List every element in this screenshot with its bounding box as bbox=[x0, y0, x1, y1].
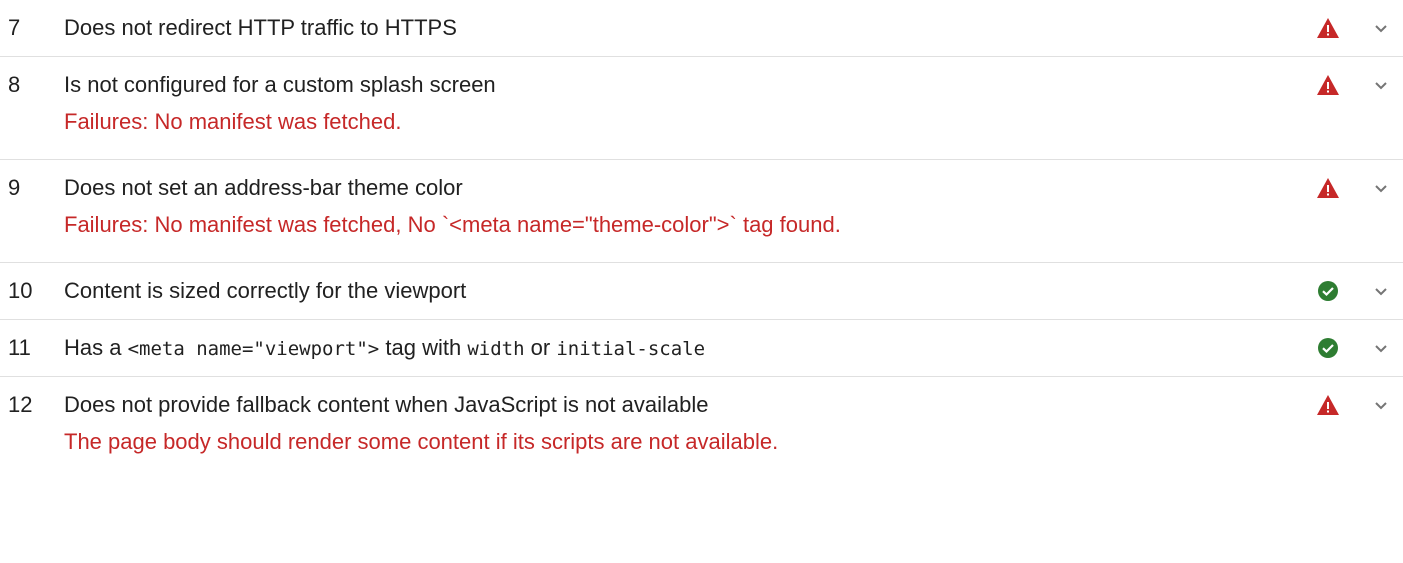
audit-item[interactable]: 11 Has a <meta name="viewport"> tag with… bbox=[0, 320, 1403, 377]
warning-icon bbox=[1317, 178, 1339, 198]
title-text: or bbox=[524, 335, 557, 360]
audit-row[interactable]: 9 Does not set an address-bar theme colo… bbox=[0, 160, 1403, 216]
title-code: initial-scale bbox=[556, 338, 706, 360]
warning-icon bbox=[1317, 18, 1339, 38]
audit-item[interactable]: 10 Content is sized correctly for the vi… bbox=[0, 263, 1403, 320]
audit-row[interactable]: 12 Does not provide fallback content whe… bbox=[0, 377, 1403, 433]
audit-title: Does not set an address-bar theme color bbox=[64, 175, 463, 200]
audit-item[interactable]: 9 Does not set an address-bar theme colo… bbox=[0, 160, 1403, 263]
chevron-down-icon[interactable] bbox=[1369, 16, 1393, 40]
audit-number: 8 bbox=[8, 72, 21, 97]
chevron-down-icon[interactable] bbox=[1369, 176, 1393, 200]
audit-row[interactable]: 7 Does not redirect HTTP traffic to HTTP… bbox=[0, 0, 1403, 56]
chevron-down-icon[interactable] bbox=[1369, 73, 1393, 97]
audit-item[interactable]: 8 Is not configured for a custom splash … bbox=[0, 57, 1403, 160]
audit-item[interactable]: 7 Does not redirect HTTP traffic to HTTP… bbox=[0, 0, 1403, 57]
audit-row[interactable]: 10 Content is sized correctly for the vi… bbox=[0, 263, 1403, 319]
check-circle-icon bbox=[1318, 338, 1338, 358]
audit-item[interactable]: 12 Does not provide fallback content whe… bbox=[0, 377, 1403, 479]
audit-number: 9 bbox=[8, 175, 21, 200]
audit-number: 12 bbox=[8, 392, 33, 417]
audit-list: 7 Does not redirect HTTP traffic to HTTP… bbox=[0, 0, 1403, 479]
title-code: width bbox=[467, 338, 525, 360]
title-code: <meta name="viewport"> bbox=[127, 338, 380, 360]
audit-failure-text: The page body should render some content… bbox=[64, 429, 779, 454]
audit-number: 11 bbox=[8, 335, 31, 360]
audit-title: Has a <meta name="viewport"> tag with wi… bbox=[64, 320, 705, 377]
audit-number: 10 bbox=[8, 278, 33, 303]
audit-row[interactable]: 8 Is not configured for a custom splash … bbox=[0, 57, 1403, 113]
audit-number: 7 bbox=[8, 15, 21, 40]
audit-title: Is not configured for a custom splash sc… bbox=[64, 72, 496, 97]
audit-title: Does not provide fallback content when J… bbox=[64, 392, 709, 417]
chevron-down-icon[interactable] bbox=[1369, 279, 1393, 303]
chevron-down-icon[interactable] bbox=[1369, 393, 1393, 417]
audit-failure-text: Failures: No manifest was fetched. bbox=[64, 109, 402, 134]
check-circle-icon bbox=[1318, 281, 1338, 301]
title-text: Has a bbox=[64, 335, 128, 360]
title-text: tag with bbox=[379, 335, 468, 360]
audit-row[interactable]: 11 Has a <meta name="viewport"> tag with… bbox=[0, 320, 1403, 376]
audit-failure-text: Failures: No manifest was fetched, No `<… bbox=[64, 212, 841, 237]
audit-title: Content is sized correctly for the viewp… bbox=[64, 278, 467, 303]
audit-title: Does not redirect HTTP traffic to HTTPS bbox=[64, 15, 457, 40]
chevron-down-icon[interactable] bbox=[1369, 336, 1393, 360]
warning-icon bbox=[1317, 75, 1339, 95]
warning-icon bbox=[1317, 395, 1339, 415]
